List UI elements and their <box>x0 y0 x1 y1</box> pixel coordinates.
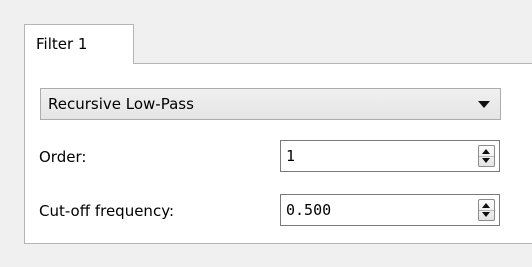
tab-filter-1-label: Filter 1 <box>36 35 88 53</box>
spin-down-icon[interactable] <box>482 212 490 217</box>
cutoff-spin-buttons[interactable] <box>478 199 495 221</box>
cutoff-frequency-value: 0.500 <box>286 201 332 219</box>
order-label: Order: <box>39 148 87 166</box>
spin-up-icon[interactable] <box>482 149 490 154</box>
cutoff-frequency-label: Cut-off frequency: <box>39 202 175 220</box>
order-value: 1 <box>286 147 296 165</box>
spin-divider <box>479 156 494 157</box>
filter-type-selected-value: Recursive Low-Pass <box>48 95 194 113</box>
filter-type-dropdown[interactable]: Recursive Low-Pass <box>40 88 501 120</box>
tab-filter-1[interactable]: Filter 1 <box>24 24 134 64</box>
spin-up-icon[interactable] <box>482 203 490 208</box>
cutoff-frequency-spinbox[interactable]: 0.500 <box>280 194 500 226</box>
order-spinbox[interactable]: 1 <box>280 140 500 172</box>
spin-down-icon[interactable] <box>482 158 490 163</box>
chevron-down-icon[interactable] <box>478 101 490 108</box>
order-spin-buttons[interactable] <box>478 145 495 167</box>
spin-divider <box>479 210 494 211</box>
